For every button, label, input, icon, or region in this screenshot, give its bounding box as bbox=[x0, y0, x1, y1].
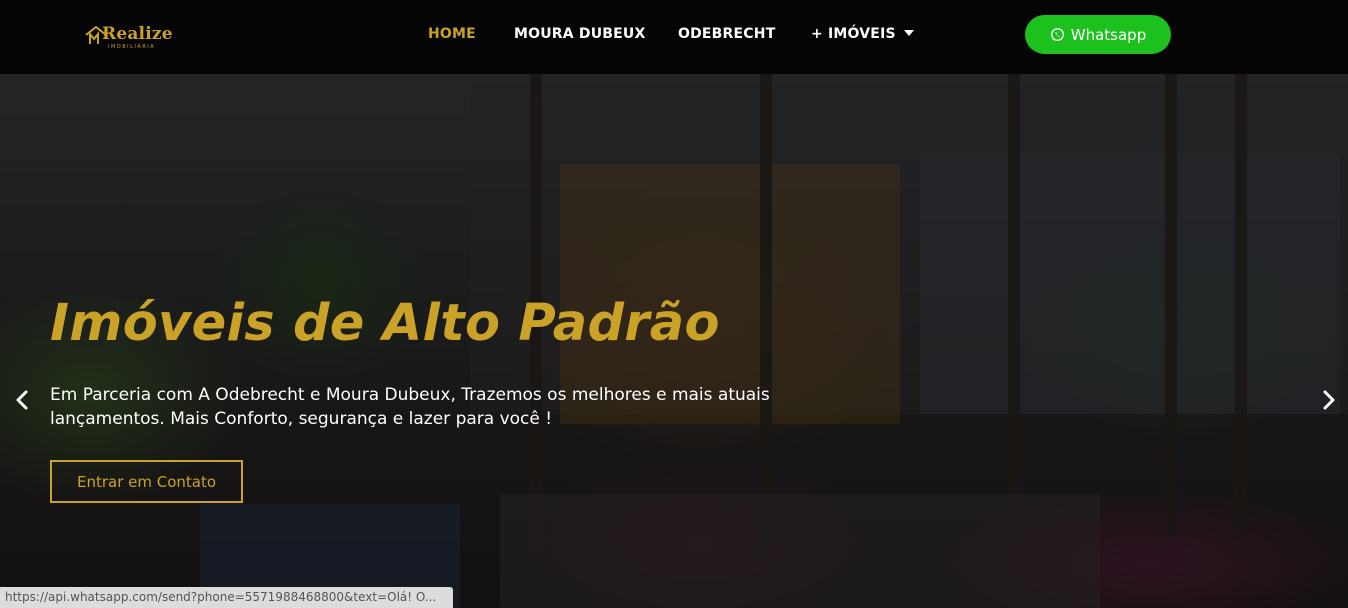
whatsapp-button[interactable]: Whatsapp bbox=[1025, 15, 1171, 54]
nav-item-home[interactable]: HOME bbox=[428, 26, 476, 42]
nav-item-label: + IMÓVEIS bbox=[811, 26, 896, 42]
nav-item-moura-dubeux[interactable]: MOURA DUBEUX bbox=[514, 26, 645, 42]
nav-item-odebrecht[interactable]: ODEBRECHT bbox=[678, 26, 775, 42]
browser-status-bar: https://api.whatsapp.com/send?phone=5571… bbox=[0, 587, 453, 608]
hero-description: Em Parceria com A Odebrecht e Moura Dube… bbox=[50, 385, 770, 429]
hero-slider: Imóveis de Alto Padrão Em Parceria com A… bbox=[0, 74, 1348, 608]
chevron-left-icon bbox=[16, 390, 28, 410]
hero-title: Imóveis de Alto Padrão bbox=[50, 294, 720, 353]
chevron-right-icon bbox=[1323, 390, 1335, 410]
whatsapp-icon bbox=[1050, 28, 1064, 41]
site-logo[interactable]: Realize IMOBILIÁRIA bbox=[84, 22, 173, 52]
nav-item-more-imoveis[interactable]: + IMÓVEIS bbox=[811, 26, 914, 42]
slider-next-button[interactable] bbox=[1318, 388, 1338, 412]
contact-button[interactable]: Entrar em Contato bbox=[50, 460, 243, 503]
whatsapp-button-label: Whatsapp bbox=[1070, 25, 1147, 44]
logo-subtitle: IMOBILIÁRIA bbox=[108, 44, 156, 50]
site-header: Realize IMOBILIÁRIA HOME MOURA DUBEUX OD… bbox=[0, 0, 1348, 74]
slider-prev-button[interactable] bbox=[13, 388, 33, 412]
logo-wordmark: Realize bbox=[102, 24, 173, 44]
caret-down-icon bbox=[903, 30, 914, 36]
